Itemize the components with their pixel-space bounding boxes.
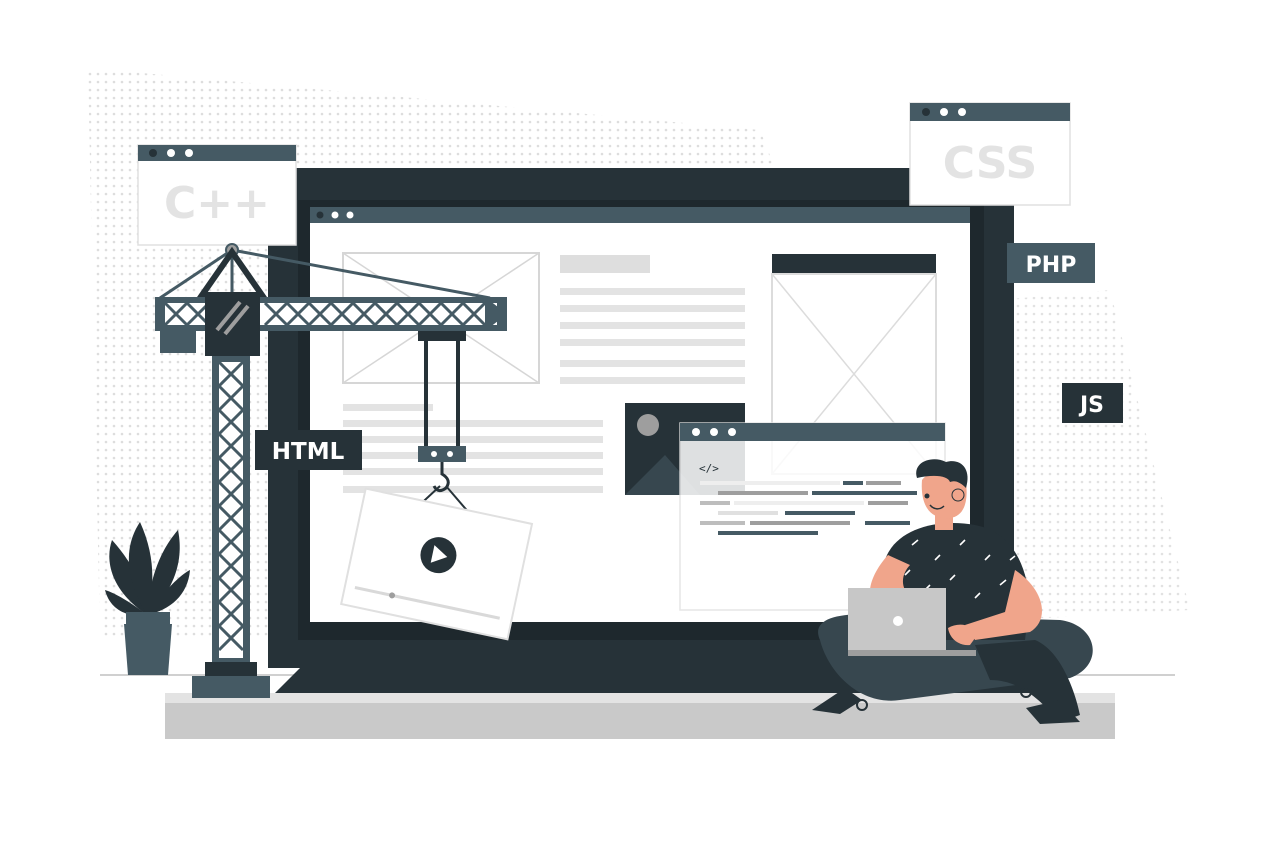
php-badge: PHP bbox=[1007, 243, 1095, 283]
illustration-canvas: </> C++ CSS PHP JS HTML bbox=[88, 68, 1190, 739]
cpp-window: C++ bbox=[137, 144, 297, 246]
css-label: CSS bbox=[943, 138, 1038, 189]
heading-block bbox=[560, 255, 650, 273]
html-badge: HTML bbox=[255, 430, 362, 470]
code-tag-label: </> bbox=[699, 462, 719, 475]
js-label: JS bbox=[1078, 393, 1104, 418]
illustration-stage: </> C++ CSS PHP JS HTML bbox=[0, 0, 1280, 853]
html-label: HTML bbox=[272, 439, 345, 465]
js-badge: JS bbox=[1062, 383, 1123, 423]
php-label: PHP bbox=[1026, 253, 1077, 278]
css-window: CSS bbox=[909, 102, 1071, 206]
cpp-label: C++ bbox=[164, 178, 270, 229]
